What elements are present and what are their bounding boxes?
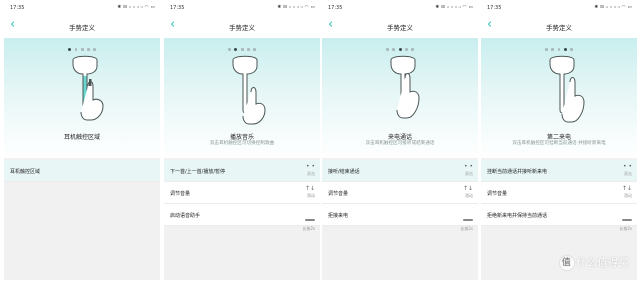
page-dot[interactable] [386, 48, 389, 51]
gesture-caption: 耳机触控区域 [63, 134, 100, 141]
list-item[interactable]: 启动语音助手 长按2s [164, 204, 320, 231]
page-dot[interactable] [392, 48, 395, 51]
list-item-label: 下一首/上一首/播放/暂停 [170, 169, 226, 175]
list-item-label: 耳机触控区域 [10, 169, 41, 175]
page-header: ‹ 手势定义 [481, 16, 637, 38]
status-time: 17:35 [328, 5, 343, 11]
phone-screen-touch-area: 17:35 ✱ ⊟ ᵢₗ ᵢₗ ᵢₗ ᵢₗ ◠ ▭ ‹ 手势定义 耳机触控区域 … [4, 0, 160, 280]
page-title: 手势定义 [387, 24, 413, 32]
list-item[interactable]: 耳机触控区域 [4, 160, 160, 182]
page-dot[interactable] [570, 48, 573, 51]
status-time: 17:35 [487, 5, 502, 11]
status-icons: ✱ ⊟ ᵢₗ ᵢₗ ᵢₗ ᵢₗ ◠ ▭ [277, 5, 315, 10]
status-bar: 17:35 ✱ ⊟ ᵢₗ ᵢₗ ᵢₗ ᵢₗ ◠ ▭ [164, 0, 320, 16]
gesture-illustration: 耳机触控区域 [4, 38, 160, 158]
gesture-illustration: 来电通话 双击耳机触控区可接听或结束通话 [322, 38, 478, 158]
list-item[interactable]: 下一首/上一首/播放/暂停 • • 双击 [164, 160, 320, 182]
page-header: ‹ 手势定义 [4, 16, 160, 38]
list-item-label: 挂断当前通话并接听新来电 [487, 169, 548, 175]
list-item-label: 启动语音助手 [170, 213, 201, 219]
phone-screen-play-music: 17:35 ✱ ⊟ ᵢₗ ᵢₗ ᵢₗ ᵢₗ ◠ ▭ ‹ 手势定义 播放音乐 双击… [164, 0, 320, 280]
page-dot[interactable] [557, 48, 560, 51]
gesture-illustration: 第二来电 双击耳机触控区可挂断当前通话 并接听新来电 [481, 38, 637, 158]
list-item[interactable]: 挂断当前通话并接听新来电 • • 双击 [481, 160, 637, 182]
phone-screen-second-call: 17:35 ✱ ⊟ ᵢₗ ᵢₗ ᵢₗ ᵢₗ ◠ ▭ ‹ 手势定义 第二来电 双击… [481, 0, 637, 280]
list-item[interactable]: 拒接来电 长按2s [322, 204, 478, 231]
watermark: 值什么值得买 [559, 254, 630, 270]
list-item[interactable]: 拒绝新来电并保持当前通话 长按2s [481, 204, 637, 231]
swipe-icon: ↑↓ 滑动 [304, 185, 315, 198]
earbud-double-tap-icon [232, 55, 266, 125]
gesture-subcaption: 双击耳机触控区可挂断当前通话 并接听新来电 [512, 141, 606, 146]
screenshot-collage: 17:35 ✱ ⊟ ᵢₗ ᵢₗ ᵢₗ ᵢₗ ◠ ▭ ‹ 手势定义 耳机触控区域 … [0, 0, 640, 283]
page-dot[interactable] [93, 48, 96, 51]
gesture-list: 耳机触控区域 [4, 160, 160, 182]
page-title: 手势定义 [546, 24, 572, 32]
page-header: ‹ 手势定义 [164, 16, 320, 38]
swipe-icon: ↑↓ 滑动 [621, 185, 632, 198]
gesture-list: 下一首/上一首/播放/暂停 • • 双击 调节音量 ↑↓ 滑动 启动语音助手 长… [164, 160, 320, 231]
status-bar: 17:35 ✱ ⊟ ᵢₗ ᵢₗ ᵢₗ ᵢₗ ◠ ▭ [322, 0, 478, 16]
gesture-list: 挂断当前通话并接听新来电 • • 双击 调节音量 ↑↓ 滑动 拒绝新来电并保持当… [481, 160, 637, 231]
page-dot[interactable] [68, 48, 72, 51]
double-tap-icon: • • 双击 [623, 163, 632, 176]
page-dot[interactable] [81, 48, 84, 51]
gesture-illustration: 播放音乐 双击耳机触控区可切换控制歌曲 [164, 38, 320, 158]
swipe-icon: ↑↓ 滑动 [462, 185, 473, 198]
long-press-icon: 长按2s [293, 207, 315, 232]
list-item-label: 拒接来电 [328, 213, 349, 219]
earbud-double-tap-icon [390, 55, 420, 119]
page-dot[interactable] [241, 48, 244, 51]
gesture-list: 接听/结束通话 • • 双击 调节音量 ↑↓ 滑动 拒接来电 长按2s [322, 160, 478, 231]
long-press-icon: 长按2s [451, 207, 473, 232]
status-icons: ✱ ⊟ ᵢₗ ᵢₗ ᵢₗ ᵢₗ ◠ ▭ [435, 5, 473, 10]
page-dot[interactable] [87, 48, 90, 51]
watermark-logo: 值 [559, 256, 574, 270]
status-icons: ✱ ⊟ ᵢₗ ᵢₗ ᵢₗ ᵢₗ ◠ ▭ [117, 5, 155, 10]
page-title: 手势定义 [229, 24, 255, 32]
page-dot[interactable] [405, 48, 408, 51]
status-icons: ✱ ⊟ ᵢₗ ᵢₗ ᵢₗ ᵢₗ ◠ ▭ [594, 5, 632, 10]
list-item-label: 拒绝新来电并保持当前通话 [487, 213, 548, 219]
list-item[interactable]: 调节音量 ↑↓ 滑动 [322, 182, 478, 204]
page-dot[interactable] [253, 48, 256, 51]
status-time: 17:35 [10, 5, 25, 11]
earbud-touch-icon [72, 55, 104, 121]
page-dot[interactable] [551, 48, 554, 51]
list-item[interactable]: 接听/结束通话 • • 双击 [322, 160, 478, 182]
double-tap-icon: • • 双击 [464, 163, 473, 176]
page-title: 手势定义 [69, 24, 95, 32]
page-dot[interactable] [545, 48, 548, 51]
phone-screen-incoming-call: 17:35 ✱ ⊟ ᵢₗ ᵢₗ ᵢₗ ᵢₗ ◠ ▭ ‹ 手势定义 来电通话 双击… [322, 0, 478, 280]
list-item-label: 调节音量 [328, 191, 349, 197]
watermark-text: 什么值得买 [576, 258, 629, 269]
list-item[interactable]: 调节音量 ↑↓ 滑动 [481, 182, 637, 204]
page-dot[interactable] [74, 48, 78, 51]
gesture-caption: 播放音乐 [229, 134, 254, 141]
earbud-double-tap-icon [549, 55, 585, 123]
page-header: ‹ 手势定义 [322, 16, 478, 38]
status-bar: 17:35 ✱ ⊟ ᵢₗ ᵢₗ ᵢₗ ᵢₗ ◠ ▭ [4, 0, 160, 16]
page-dot[interactable] [398, 48, 402, 51]
page-dot[interactable] [228, 48, 231, 51]
list-item-label: 调节音量 [170, 191, 191, 197]
gesture-caption: 第二来电 [546, 134, 571, 141]
page-dot[interactable] [563, 48, 567, 51]
gesture-subcaption: 双击耳机触控区可接听或结束通话 [365, 141, 435, 146]
page-dot[interactable] [234, 48, 238, 51]
page-dot[interactable] [411, 48, 414, 51]
list-item-label: 接听/结束通话 [328, 169, 360, 175]
long-press-icon: 长按2s [610, 207, 632, 232]
list-item[interactable]: 调节音量 ↑↓ 滑动 [164, 182, 320, 204]
status-time: 17:35 [170, 5, 185, 11]
status-bar: 17:35 ✱ ⊟ ᵢₗ ᵢₗ ᵢₗ ᵢₗ ◠ ▭ [481, 0, 637, 16]
double-tap-icon: • • 双击 [306, 163, 315, 176]
gesture-subcaption: 双击耳机触控区可切换控制歌曲 [209, 141, 275, 146]
page-dot[interactable] [247, 48, 250, 51]
list-item-label: 调节音量 [487, 191, 508, 197]
gesture-caption: 来电通话 [387, 134, 412, 141]
